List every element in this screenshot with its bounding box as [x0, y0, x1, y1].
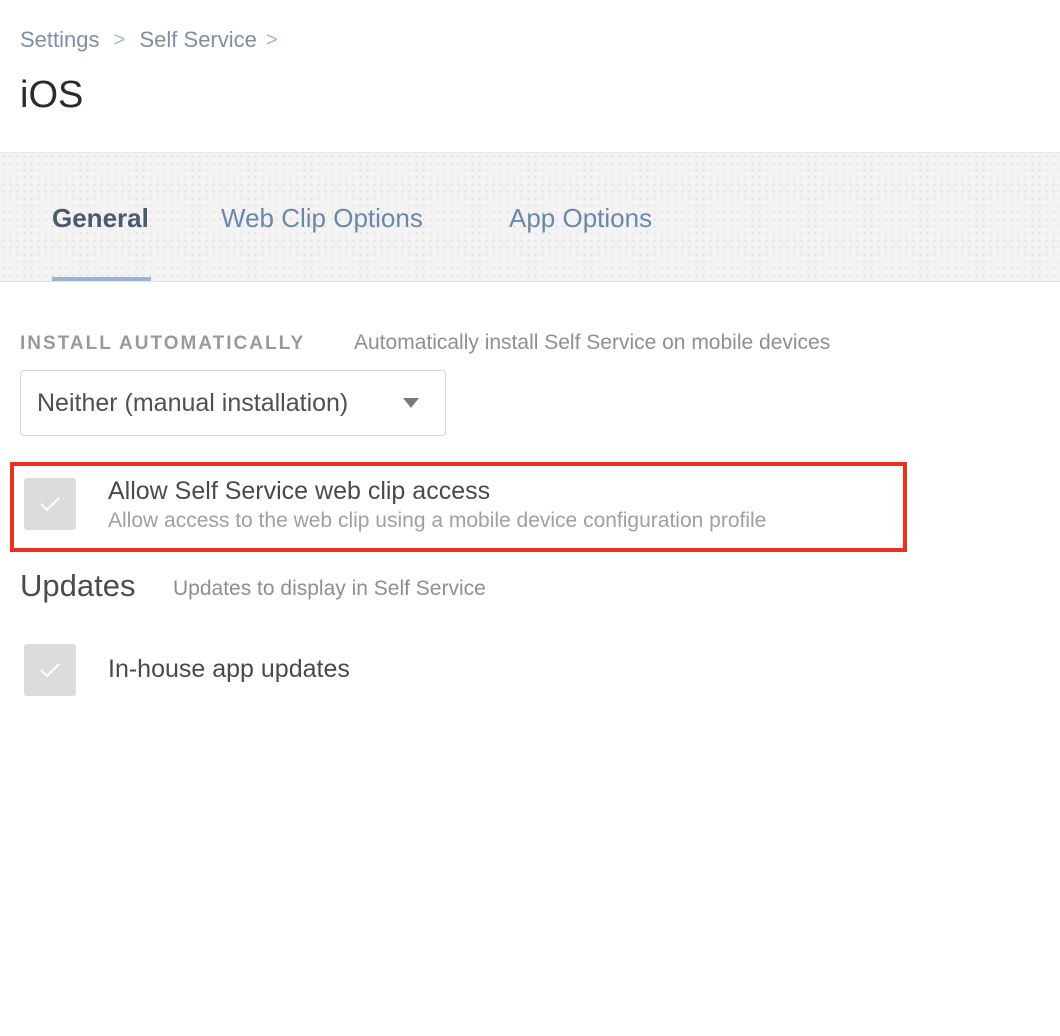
highlight-box [10, 462, 907, 552]
install-automatically-select[interactable]: Neither (manual installation) [20, 370, 446, 436]
web-clip-access-checkbox[interactable] [24, 478, 76, 530]
page-header: Settings > Self Service > iOS [0, 0, 1060, 152]
breadcrumb: Settings > Self Service > [20, 27, 287, 53]
install-automatically-description: Automatically install Self Service on mo… [354, 331, 831, 354]
updates-heading: Updates [20, 568, 136, 603]
breadcrumb-separator-icon: > [266, 28, 278, 51]
web-clip-access-title: Allow Self Service web clip access [108, 477, 491, 505]
in-house-app-updates-label: In-house app updates [108, 655, 350, 683]
dropdown-caret-icon[interactable] [403, 398, 419, 408]
install-automatically-label: INSTALL AUTOMATICALLY [20, 333, 306, 354]
tab-general[interactable]: General [52, 203, 149, 234]
install-automatically-selected-value: Neither (manual installation) [37, 389, 349, 417]
in-house-app-updates-checkbox[interactable] [24, 644, 76, 696]
tab-bar: General Web Clip Options App Options [0, 152, 1060, 282]
breadcrumb-self-service[interactable]: Self Service [140, 27, 257, 53]
breadcrumb-separator-icon: > [113, 28, 126, 51]
active-tab-indicator [52, 277, 151, 281]
updates-description: Updates to display in Self Service [173, 577, 486, 600]
page-title: iOS [20, 74, 84, 116]
checkmark-icon [40, 497, 60, 512]
breadcrumb-settings[interactable]: Settings [20, 27, 100, 53]
web-clip-access-description: Allow access to the web clip using a mob… [108, 509, 767, 532]
tab-web-clip-options[interactable]: Web Clip Options [221, 203, 423, 234]
tab-app-options[interactable]: App Options [509, 203, 652, 234]
checkmark-icon [40, 663, 60, 678]
